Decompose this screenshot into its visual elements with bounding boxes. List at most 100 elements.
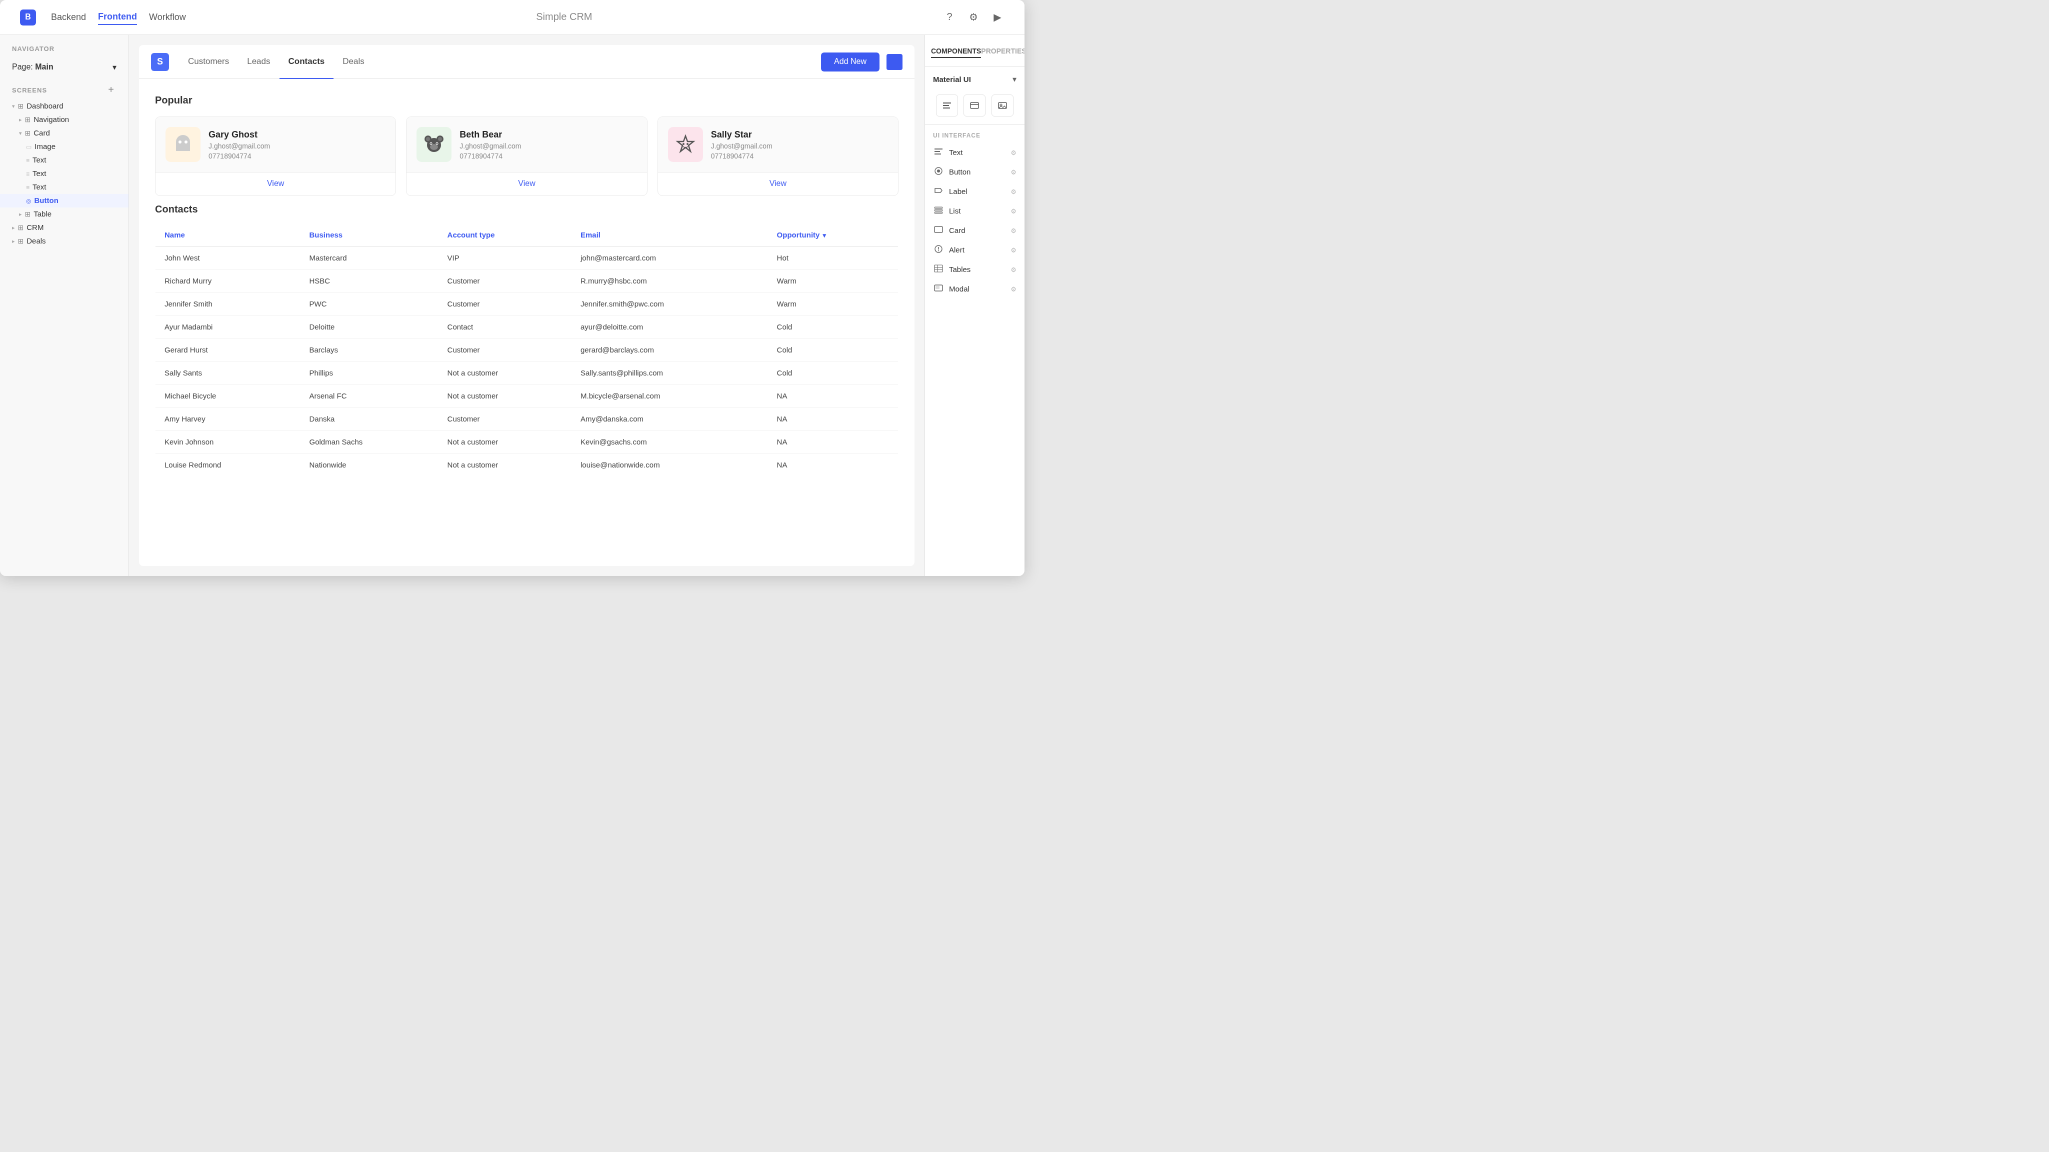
cell-email: ayur@deloitte.com: [572, 316, 768, 339]
card-view-1[interactable]: View: [407, 172, 647, 196]
main-content: S Customers Leads Contacts Deals Add New…: [129, 35, 925, 576]
material-ui-chevron-icon[interactable]: ▾: [1012, 75, 1016, 85]
ui-item-label[interactable]: Label ⚙: [925, 182, 1025, 202]
add-screen-button[interactable]: +: [106, 85, 117, 96]
cell-email: Amy@danska.com: [572, 408, 768, 431]
icon-image-box[interactable]: [992, 95, 1014, 117]
tab-properties[interactable]: PROPERTIES: [981, 45, 1024, 58]
help-icon[interactable]: ?: [943, 10, 957, 24]
text-label-1: Text: [33, 156, 47, 165]
main-layout: NAVIGATOR Page: Main ▾ SCREENS + ▾ ⊞ Das…: [0, 35, 1025, 576]
view-link-0[interactable]: View: [267, 180, 284, 189]
view-link-2[interactable]: View: [769, 180, 786, 189]
table-row[interactable]: Jennifer Smith PWC Customer Jennifer.smi…: [155, 293, 898, 316]
cell-business: Nationwide: [300, 454, 438, 477]
nav-backend[interactable]: Backend: [51, 10, 86, 25]
sidebar-item-card[interactable]: ▾ ⊞ Card: [0, 127, 129, 141]
view-link-1[interactable]: View: [518, 180, 535, 189]
cell-account-type: VIP: [438, 247, 571, 270]
table-row[interactable]: Michael Bicycle Arsenal FC Not a custome…: [155, 385, 898, 408]
play-icon[interactable]: ▶: [991, 10, 1005, 24]
table-row[interactable]: John West Mastercard VIP john@mastercard…: [155, 247, 898, 270]
ui-item-card[interactable]: Card ⚙: [925, 221, 1025, 241]
table-row[interactable]: Kevin Johnson Goldman Sachs Not a custom…: [155, 431, 898, 454]
ui-item-modal[interactable]: Modal ⚙: [925, 280, 1025, 300]
contact-card-0: Gary Ghost J.ghost@gmail.com 07718904774…: [155, 117, 396, 197]
ui-item-left-3: List: [933, 206, 961, 218]
cell-business: Deloitte: [300, 316, 438, 339]
ui-item-tables[interactable]: Tables ⚙: [925, 260, 1025, 280]
nav-workflow[interactable]: Workflow: [149, 10, 186, 25]
sidebar-item-text-1[interactable]: ≡ Text: [0, 154, 129, 168]
gear-icon-2: ⚙: [1011, 188, 1017, 196]
ui-item-label-1: Button: [949, 168, 971, 177]
ui-item-icon-tables: [933, 264, 944, 276]
tab-contacts[interactable]: Contacts: [279, 45, 333, 79]
cell-email: gerard@barclays.com: [572, 339, 768, 362]
cell-business: Arsenal FC: [300, 385, 438, 408]
ui-item-text[interactable]: Text ⚙: [925, 143, 1025, 163]
navigation-label: Navigation: [34, 116, 69, 125]
tab-customers[interactable]: Customers: [179, 45, 238, 79]
popular-title: Popular: [155, 95, 899, 107]
ui-item-alert[interactable]: Alert ⚙: [925, 241, 1025, 261]
col-opportunity[interactable]: Opportunity ▾: [768, 224, 898, 247]
col-account-type: Account type: [438, 224, 571, 247]
tab-components[interactable]: COMPONENTS: [931, 45, 981, 58]
table-row[interactable]: Richard Murry HSBC Customer R.murry@hsbc…: [155, 270, 898, 293]
ui-item-icon-list: [933, 206, 944, 218]
sidebar-item-table[interactable]: ▸ ⊞ Table: [0, 208, 129, 222]
sidebar-item-button[interactable]: ◎ Button: [0, 194, 129, 208]
icon-text-box[interactable]: [936, 95, 958, 117]
cell-opportunity: Cold: [768, 362, 898, 385]
table-row[interactable]: Ayur Madambi Deloitte Contact ayur@deloi…: [155, 316, 898, 339]
gear-icon-4: ⚙: [1011, 227, 1017, 235]
sidebar-item-text-2[interactable]: ≡ Text: [0, 167, 129, 181]
gear-icon-1: ⚙: [1011, 168, 1017, 176]
card-view-2[interactable]: View: [658, 172, 898, 196]
table-row[interactable]: Gerard Hurst Barclays Customer gerard@ba…: [155, 339, 898, 362]
cell-opportunity: NA: [768, 454, 898, 477]
card-avatar-1: [417, 127, 452, 162]
add-new-button[interactable]: Add New: [821, 52, 879, 71]
settings-icon[interactable]: ⚙: [967, 10, 981, 24]
card-view-0[interactable]: View: [156, 172, 396, 196]
color-swatch: [887, 54, 903, 70]
sidebar-item-dashboard[interactable]: ▾ ⊞ Dashboard: [0, 100, 129, 114]
table-row[interactable]: Louise Redmond Nationwide Not a customer…: [155, 454, 898, 477]
ui-item-button[interactable]: Button ⚙: [925, 163, 1025, 183]
deals-grid-icon: ⊞: [18, 237, 24, 246]
expand-icon: ▸: [19, 117, 22, 124]
cell-opportunity: Warm: [768, 293, 898, 316]
ui-item-label-0: Text: [949, 149, 963, 158]
sidebar-item-deals[interactable]: ▸ ⊞ Deals: [0, 235, 129, 249]
table-row[interactable]: Amy Harvey Danska Customer Amy@danska.co…: [155, 408, 898, 431]
cell-name: Louise Redmond: [155, 454, 300, 477]
button-icon: ◎: [26, 197, 31, 204]
sidebar: NAVIGATOR Page: Main ▾ SCREENS + ▾ ⊞ Das…: [0, 35, 129, 576]
sidebar-item-navigation[interactable]: ▸ ⊞ Navigation: [0, 113, 129, 127]
tab-deals[interactable]: Deals: [334, 45, 374, 79]
sidebar-item-image[interactable]: ▭ Image: [0, 140, 129, 154]
table-row[interactable]: Sally Sants Phillips Not a customer Sall…: [155, 362, 898, 385]
nav-frontend[interactable]: Frontend: [98, 10, 137, 26]
ui-item-icon-text: [933, 147, 944, 159]
sidebar-item-crm[interactable]: ▸ ⊞ CRM: [0, 221, 129, 235]
app-logo: B: [20, 9, 36, 25]
sidebar-item-text-3[interactable]: ≡ Text: [0, 181, 129, 195]
ui-item-list[interactable]: List ⚙: [925, 202, 1025, 222]
cell-business: Mastercard: [300, 247, 438, 270]
cell-account-type: Not a customer: [438, 454, 571, 477]
cell-business: Goldman Sachs: [300, 431, 438, 454]
tab-leads[interactable]: Leads: [238, 45, 279, 79]
icon-card-box[interactable]: [964, 95, 986, 117]
card-phone-0: 07718904774: [209, 152, 271, 160]
right-panel-tabs: COMPONENTS PROPERTIES: [925, 45, 1025, 67]
card-name-1: Beth Bear: [460, 129, 522, 140]
cell-account-type: Customer: [438, 339, 571, 362]
cell-business: Danska: [300, 408, 438, 431]
ui-item-left-2: Label: [933, 186, 967, 198]
card-grid-icon: ⊞: [25, 129, 31, 138]
page-selector[interactable]: Page: Main ▾: [0, 59, 129, 77]
topbar-nav: Backend Frontend Workflow: [51, 10, 186, 26]
